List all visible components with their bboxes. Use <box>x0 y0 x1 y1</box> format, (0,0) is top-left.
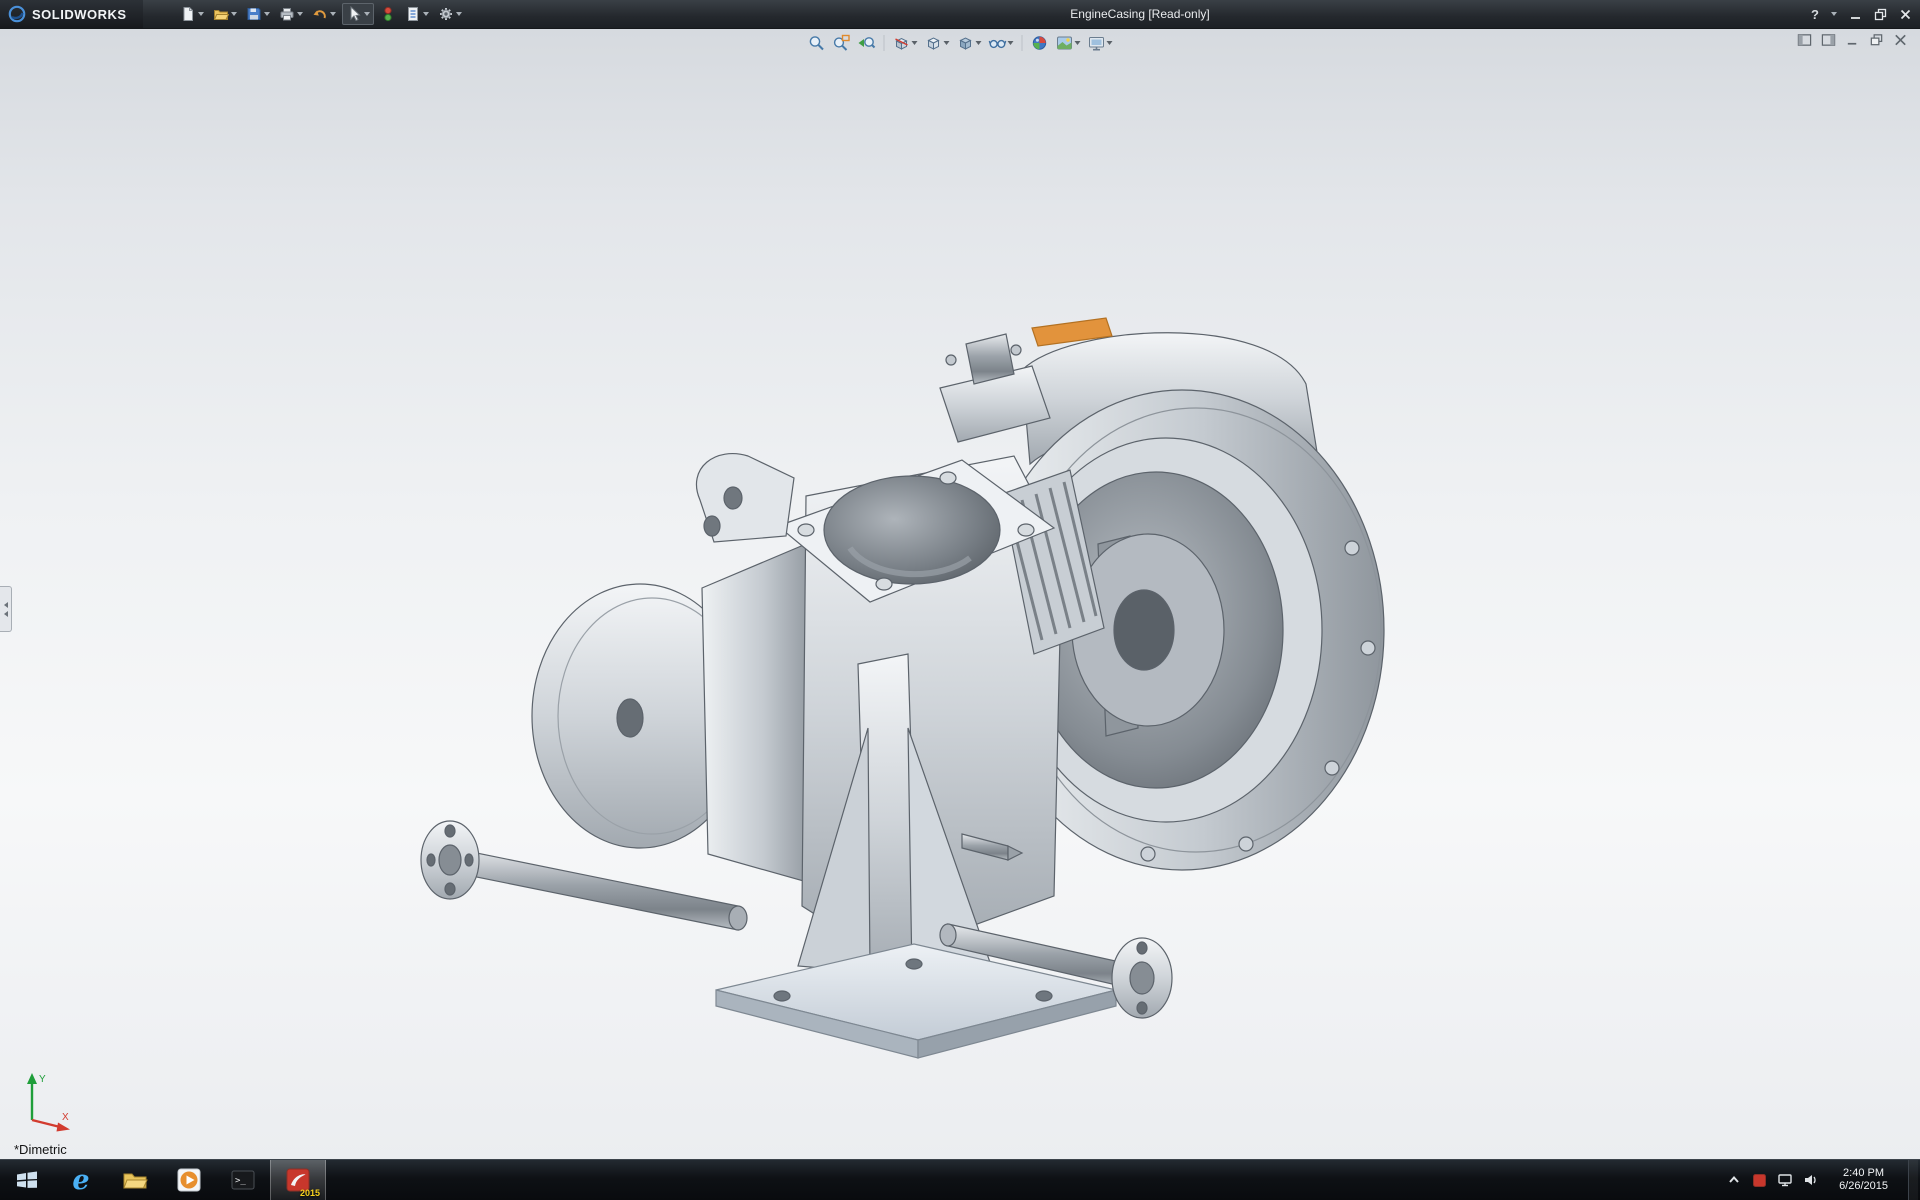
tray-icon-display[interactable] <box>1777 1172 1793 1188</box>
clock-date: 6/26/2015 <box>1839 1180 1888 1193</box>
view-orientation-label: *Dimetric <box>14 1142 67 1157</box>
task-pane-collapsed-tab[interactable] <box>0 586 12 632</box>
taskbar-item-internet-explorer[interactable]: e <box>54 1160 108 1200</box>
dropdown-arrow[interactable] <box>330 12 336 16</box>
dropdown-arrow[interactable] <box>456 12 462 16</box>
file-properties-button[interactable] <box>402 4 432 24</box>
show-desktop-button[interactable] <box>1908 1160 1918 1200</box>
taskbar-item-media-player[interactable] <box>162 1160 216 1200</box>
taskbar-clock[interactable]: 2:40 PM 6/26/2015 <box>1829 1167 1898 1193</box>
solidworks-brand: SOLIDWORKS <box>0 0 143 28</box>
save-floppy-icon <box>246 6 262 22</box>
internet-explorer-icon: e <box>72 1167 89 1194</box>
solidworks-version-badge: 2015 <box>300 1188 320 1198</box>
tray-icon-volume[interactable] <box>1803 1172 1819 1188</box>
command-prompt-icon: >_ <box>229 1166 257 1194</box>
help-dropdown-arrow[interactable] <box>1831 12 1837 16</box>
undo-arrow-icon <box>312 6 328 22</box>
save-button[interactable] <box>243 4 273 24</box>
open-folder-icon <box>213 6 229 22</box>
taskbar-item-file-explorer[interactable] <box>108 1160 162 1200</box>
orientation-triad: Y X <box>18 1070 74 1134</box>
rebuild-traffic-light-icon <box>380 6 396 22</box>
document-title: EngineCasing [Read-only] <box>1070 7 1209 21</box>
new-document-button[interactable] <box>177 4 207 24</box>
close-button[interactable] <box>1899 8 1912 21</box>
undo-button[interactable] <box>309 4 339 24</box>
start-button[interactable] <box>0 1160 54 1200</box>
window-controls: ? <box>1811 0 1912 28</box>
taskbar-items: e >_ 2015 <box>0 1160 326 1200</box>
triad-x-label: X <box>62 1112 69 1123</box>
new-document-icon <box>180 6 196 22</box>
dropdown-arrow[interactable] <box>198 12 204 16</box>
dropdown-arrow[interactable] <box>297 12 303 16</box>
titlebar: SOLIDWORKS <box>0 0 1920 29</box>
file-properties-icon <box>405 6 421 22</box>
brand-name: SOLIDWORKS <box>32 7 127 22</box>
dropdown-arrow[interactable] <box>423 12 429 16</box>
tray-expand-button[interactable] <box>1726 1172 1742 1188</box>
windows-taskbar: e >_ 2015 <box>0 1159 1920 1200</box>
select-cursor-icon <box>346 6 362 22</box>
media-player-icon <box>175 1166 203 1194</box>
dropdown-arrow[interactable] <box>264 12 270 16</box>
triad-y-label: Y <box>39 1074 46 1085</box>
model-engine-casing[interactable] <box>0 28 1920 1160</box>
options-gear-icon <box>438 6 454 22</box>
open-button[interactable] <box>210 4 240 24</box>
maximize-button[interactable] <box>1874 8 1887 21</box>
print-button[interactable] <box>276 4 306 24</box>
select-button[interactable] <box>342 3 374 25</box>
taskbar-item-solidworks[interactable]: 2015 <box>270 1160 326 1200</box>
options-button[interactable] <box>435 4 465 24</box>
dropdown-arrow[interactable] <box>231 12 237 16</box>
system-tray: 2:40 PM 6/26/2015 <box>1726 1160 1920 1200</box>
graphics-area[interactable]: Y X *Dimetric <box>0 28 1920 1160</box>
minimize-button[interactable] <box>1849 8 1862 21</box>
svg-text:>_: >_ <box>235 1176 246 1186</box>
menu-toolbar <box>177 3 465 25</box>
clock-time: 2:40 PM <box>1839 1167 1888 1180</box>
tray-icon-solidworks[interactable] <box>1752 1173 1767 1188</box>
3ds-logo-icon <box>8 5 26 23</box>
windows-logo-icon <box>14 1168 40 1192</box>
rebuild-button[interactable] <box>377 4 399 24</box>
folder-icon <box>121 1166 149 1194</box>
help-button[interactable]: ? <box>1811 7 1819 22</box>
print-icon <box>279 6 295 22</box>
dropdown-arrow[interactable] <box>364 12 370 16</box>
taskbar-item-command-prompt[interactable]: >_ <box>216 1160 270 1200</box>
